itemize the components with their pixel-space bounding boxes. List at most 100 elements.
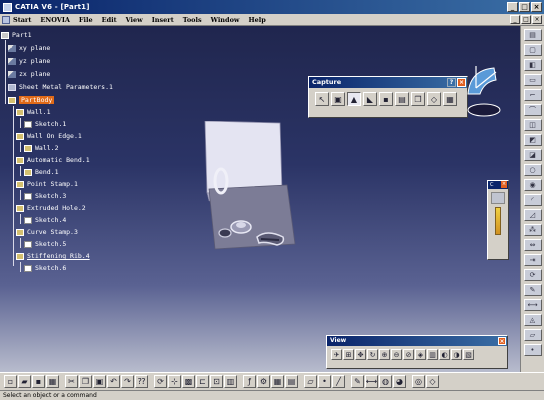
doc-close-button[interactable]: × (532, 15, 542, 24)
redo-icon[interactable]: ↷ (121, 375, 134, 388)
mini-toolbar-close-button[interactable]: × (501, 181, 507, 188)
menu-help[interactable]: Help (249, 16, 266, 24)
display-icon[interactable]: ▥ (224, 375, 237, 388)
zoom-out-icon[interactable]: ⊖ (391, 349, 402, 360)
sheet-metal-part[interactable] (195, 121, 305, 251)
select-icon[interactable]: ↖ (315, 92, 329, 106)
3d-viewport[interactable]: Part1 xy plane yz plane zx plane Sheet M… (0, 26, 520, 372)
point-tool-icon[interactable]: • (523, 344, 542, 356)
chamfer-tool-icon[interactable]: ◿ (523, 209, 542, 221)
tree-node-sheet-metal-parameters[interactable]: Sheet Metal Parameters.1 (8, 83, 113, 91)
material-icon[interactable]: ◍ (379, 375, 392, 388)
snap-icon[interactable]: ⊡ (210, 375, 223, 388)
analysis-tool-icon[interactable]: ◬ (523, 314, 542, 326)
print-icon[interactable]: ▦ (443, 92, 457, 106)
corner-tool-icon[interactable]: ◜ (523, 194, 542, 206)
rotate-icon[interactable]: ↻ (367, 349, 378, 360)
render-style-icon[interactable]: ▧ (463, 349, 474, 360)
tree-node-partbody[interactable]: PartBody (8, 96, 55, 104)
minimize-button[interactable]: _ (507, 2, 518, 12)
paste-icon[interactable]: ▣ (93, 375, 106, 388)
mini-toolbar-title-bar[interactable]: C × (488, 181, 508, 189)
menu-enovia[interactable]: ENOVIA (40, 16, 70, 24)
line-icon[interactable]: ╱ (332, 375, 345, 388)
tree-node-stiffening-rib-4[interactable]: Stiffening Rib.4 (16, 252, 90, 260)
cut-icon[interactable]: ✂ (65, 375, 78, 388)
zoom-in-icon[interactable]: ⊕ (379, 349, 390, 360)
new-icon[interactable]: ▫ (4, 375, 17, 388)
whats-this-icon[interactable]: ⁇ (135, 375, 148, 388)
pan-icon[interactable]: ✥ (355, 349, 366, 360)
compass-base[interactable] (467, 103, 501, 117)
wall-on-edge-tool-icon[interactable]: ◧ (523, 59, 542, 71)
tree-node-curve-stamp-3[interactable]: Curve Stamp.3 (16, 228, 78, 236)
mini-toolbar-bar-icon[interactable] (495, 207, 501, 235)
doc-minimize-button[interactable]: _ (510, 15, 520, 24)
save-icon[interactable]: ▪ (379, 92, 393, 106)
copy-icon[interactable]: ❐ (79, 375, 92, 388)
album-icon[interactable]: ▤ (395, 92, 409, 106)
compass[interactable] (462, 60, 502, 120)
tree-node-wall-1[interactable]: Wall.1 (16, 108, 50, 116)
compass-arc[interactable] (467, 67, 497, 95)
copy-icon[interactable]: ❐ (411, 92, 425, 106)
tree-node-sketch-5[interactable]: Sketch.5 (24, 240, 66, 248)
sketch-tool-icon[interactable]: ✎ (523, 284, 542, 296)
menu-insert[interactable]: Insert (152, 16, 174, 24)
view-toolbar[interactable]: View × ✈ ⊞ ✥ ↻ ⊕ ⊖ ⊘ ◈ ▥ ◐ ◑ ▧ (326, 335, 508, 369)
tree-node-automatic-bend-1[interactable]: Automatic Bend.1 (16, 156, 90, 164)
measure-tool-icon[interactable]: ⟷ (523, 299, 542, 311)
vertical-wall[interactable] (204, 121, 283, 194)
tree-node-sketch-6[interactable]: Sketch.6 (24, 264, 66, 272)
save-icon[interactable]: ▪ (32, 375, 45, 388)
axis-icon[interactable]: ⊹ (168, 375, 181, 388)
sketcher-icon[interactable]: ✎ (351, 375, 364, 388)
formula-icon[interactable]: ƒ (243, 375, 256, 388)
menu-window[interactable]: Window (211, 16, 240, 24)
tree-node-zx-plane[interactable]: zx plane (8, 70, 50, 78)
translate-tool-icon[interactable]: ⇥ (523, 254, 542, 266)
stamp-tool-icon[interactable]: ◉ (523, 179, 542, 191)
knowledge-icon[interactable]: ⚙ (257, 375, 270, 388)
mirror-tool-icon[interactable]: ⇔ (523, 239, 542, 251)
parameter-icon[interactable]: ▤ (285, 375, 298, 388)
picture-icon[interactable]: ▲ (347, 92, 361, 106)
tree-node-yz-plane[interactable]: yz plane (8, 57, 50, 65)
menu-view[interactable]: View (126, 16, 143, 24)
catalog-icon[interactable]: ◎ (412, 375, 425, 388)
extruded-hole[interactable] (218, 228, 232, 238)
options-icon[interactable]: ◇ (427, 92, 441, 106)
tree-node-sketch-1[interactable]: Sketch.1 (24, 120, 66, 128)
measure-icon[interactable]: ⟷ (365, 375, 378, 388)
capture-icon[interactable]: ▣ (331, 92, 345, 106)
apply-material-icon[interactable]: ◕ (393, 375, 406, 388)
hide-show-icon[interactable]: ◐ (439, 349, 450, 360)
doc-maximize-button[interactable]: □ (521, 15, 531, 24)
tree-node-wall-2[interactable]: Wall.2 (24, 144, 58, 152)
document-icon[interactable] (2, 15, 10, 24)
point-icon[interactable]: • (318, 375, 331, 388)
tree-node-bend-1[interactable]: Bend.1 (24, 168, 58, 176)
fold-tool-icon[interactable]: ◩ (523, 134, 542, 146)
menu-tools[interactable]: Tools (183, 16, 202, 24)
tree-node-xy-plane[interactable]: xy plane (8, 44, 50, 52)
tree-node-point-stamp-1[interactable]: Point Stamp.1 (16, 180, 78, 188)
menu-edit[interactable]: Edit (102, 16, 117, 24)
update-icon[interactable]: ⟳ (154, 375, 167, 388)
pattern-tool-icon[interactable]: ⁂ (523, 224, 542, 236)
view-toolbar-close-button[interactable]: × (498, 337, 506, 345)
print-icon[interactable]: ▦ (46, 375, 59, 388)
chart-capture-icon[interactable]: ◣ (363, 92, 377, 106)
wall-tool-icon[interactable]: ▢ (523, 44, 542, 56)
tree-node-sketch-3[interactable]: Sketch.3 (24, 192, 66, 200)
fly-icon[interactable]: ✈ (331, 349, 342, 360)
capture-toolbar-title-bar[interactable]: Capture ? × (309, 77, 467, 88)
plane-tool-icon[interactable]: ▱ (523, 329, 542, 341)
capture-help-button[interactable]: ? (447, 78, 456, 87)
fit-all-icon[interactable]: ⊞ (343, 349, 354, 360)
eraser-icon[interactable]: ◇ (426, 375, 439, 388)
cutout-tool-icon[interactable]: ◪ (523, 149, 542, 161)
constraint-icon[interactable]: ⊏ (196, 375, 209, 388)
rotate-tool-icon[interactable]: ⟳ (523, 269, 542, 281)
quick-view-icon[interactable]: ◈ (415, 349, 426, 360)
